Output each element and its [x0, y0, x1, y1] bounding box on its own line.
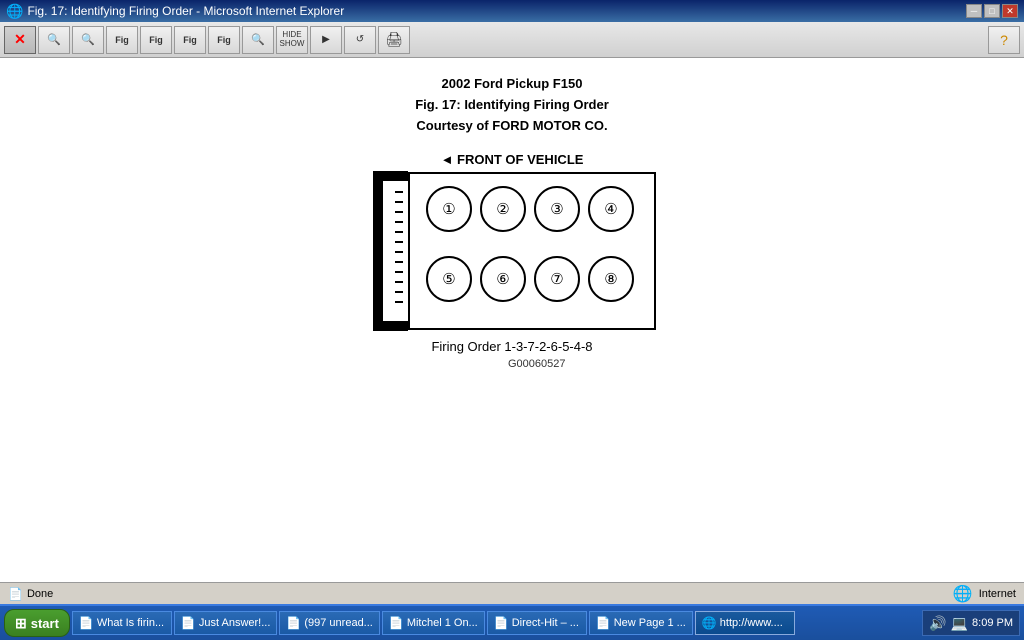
status-right: 🌐 Internet	[953, 584, 1016, 604]
main-content: 2002 Ford Pickup F150 Fig. 17: Identifyi…	[0, 58, 1024, 582]
taskbar-item-1[interactable]: 📄 What Is firin...	[72, 611, 172, 635]
engine-bracket	[368, 171, 408, 331]
task-icon-3: 📄	[286, 616, 301, 630]
task-label-5: Direct-Hit – ...	[512, 617, 579, 629]
task-icon-4: 📄	[389, 616, 404, 630]
courtesy-line: Courtesy of FORD MOTOR CO.	[415, 116, 609, 137]
firing-order-label: Firing Order 1-3-7-2-6-5-4-8	[431, 339, 592, 354]
start-button[interactable]: ⊞ start	[4, 609, 70, 637]
page-header: 2002 Ford Pickup F150 Fig. 17: Identifyi…	[415, 58, 609, 144]
front-of-vehicle-label: ◄ FRONT OF VEHICLE	[441, 152, 584, 167]
cylinder-grid: ① ② ③ ④ ⑤ ⑥ ⑦ ⑧	[408, 172, 656, 330]
toolbar: ✕ 🔍 🔍 Fig Fig Fig Fig 🔍 HIDESHOW ▶ ↺ 🖨 ?	[0, 22, 1024, 58]
task-icon-6: 📄	[596, 616, 611, 630]
close-button[interactable]: ✕	[1002, 4, 1018, 18]
cylinder-5: ⑤	[426, 256, 472, 302]
fig-button-4[interactable]: Fig	[208, 26, 240, 54]
minimize-button[interactable]: ─	[966, 4, 982, 18]
fig-title: Fig. 17: Identifying Firing Order	[415, 95, 609, 116]
fig-button-3[interactable]: Fig	[174, 26, 206, 54]
tray-icon-1: 🔊	[929, 615, 946, 632]
engine-diagram: ① ② ③ ④ ⑤ ⑥ ⑦ ⑧	[368, 171, 656, 331]
title-bar-controls: ─ □ ✕	[966, 4, 1018, 18]
cylinder-8: ⑧	[588, 256, 634, 302]
fig-button-1[interactable]: Fig	[106, 26, 138, 54]
title-bar-left: 🌐 Fig. 17: Identifying Firing Order - Mi…	[6, 3, 344, 20]
cylinder-3: ③	[534, 186, 580, 232]
status-left: 📄 Done	[8, 587, 943, 601]
cylinder-6: ⑥	[480, 256, 526, 302]
task-label-2: Just Answer!...	[199, 617, 271, 629]
status-text: Done	[27, 588, 53, 600]
taskbar-item-3[interactable]: 📄 (997 unread...	[279, 611, 379, 635]
taskbar-item-7[interactable]: 🌐 http://www....	[695, 611, 795, 635]
find-button[interactable]: 🔍	[242, 26, 274, 54]
globe-icon: 🌐	[953, 584, 973, 604]
taskbar-item-6[interactable]: 📄 New Page 1 ...	[589, 611, 693, 635]
back-button[interactable]: ✕	[4, 26, 36, 54]
system-tray: 🔊 💻 8:09 PM	[922, 610, 1020, 636]
taskbar-item-4[interactable]: 📄 Mitchel 1 On...	[382, 611, 485, 635]
help-button[interactable]: ?	[988, 26, 1020, 54]
search-button-1[interactable]: 🔍	[38, 26, 70, 54]
hide-show-button[interactable]: HIDESHOW	[276, 26, 308, 54]
cylinder-1: ①	[426, 186, 472, 232]
cylinder-4: ④	[588, 186, 634, 232]
nav-button[interactable]: ▶	[310, 26, 342, 54]
fig-code: G00060527	[508, 358, 566, 370]
task-icon-1: 📄	[79, 616, 94, 630]
task-label-6: New Page 1 ...	[614, 617, 686, 629]
page-icon: 📄	[8, 587, 23, 601]
task-label-7: http://www....	[720, 617, 783, 629]
tray-icon-2: 💻	[951, 615, 968, 632]
start-label: start	[31, 616, 59, 631]
print-button[interactable]: 🖨	[378, 26, 410, 54]
statusbar: 📄 Done 🌐 Internet	[0, 582, 1024, 604]
task-icon-2: 📄	[181, 616, 196, 630]
cylinder-2: ②	[480, 186, 526, 232]
firing-order-diagram: ◄ FRONT OF VEHICLE	[368, 152, 656, 370]
task-label-4: Mitchel 1 On...	[407, 617, 478, 629]
clock: 8:09 PM	[972, 617, 1013, 629]
search-button-2[interactable]: 🔍	[72, 26, 104, 54]
cylinder-7: ⑦	[534, 256, 580, 302]
maximize-button[interactable]: □	[984, 4, 1000, 18]
taskbar: ⊞ start 📄 What Is firin... 📄 Just Answer…	[0, 604, 1024, 640]
vehicle-title: 2002 Ford Pickup F150	[415, 74, 609, 95]
title-bar: 🌐 Fig. 17: Identifying Firing Order - Mi…	[0, 0, 1024, 22]
task-label-3: (997 unread...	[304, 617, 373, 629]
taskbar-item-5[interactable]: 📄 Direct-Hit – ...	[487, 611, 587, 635]
refresh-button[interactable]: ↺	[344, 26, 376, 54]
fig-button-2[interactable]: Fig	[140, 26, 172, 54]
task-icon-5: 📄	[494, 616, 509, 630]
browser-icon: 🌐	[6, 3, 23, 20]
task-label-1: What Is firin...	[97, 617, 164, 629]
task-icon-7: 🌐	[702, 616, 717, 630]
zone-text: Internet	[979, 588, 1016, 600]
taskbar-item-2[interactable]: 📄 Just Answer!...	[174, 611, 277, 635]
window-title: Fig. 17: Identifying Firing Order - Micr…	[27, 4, 344, 18]
windows-logo: ⊞	[15, 615, 27, 632]
